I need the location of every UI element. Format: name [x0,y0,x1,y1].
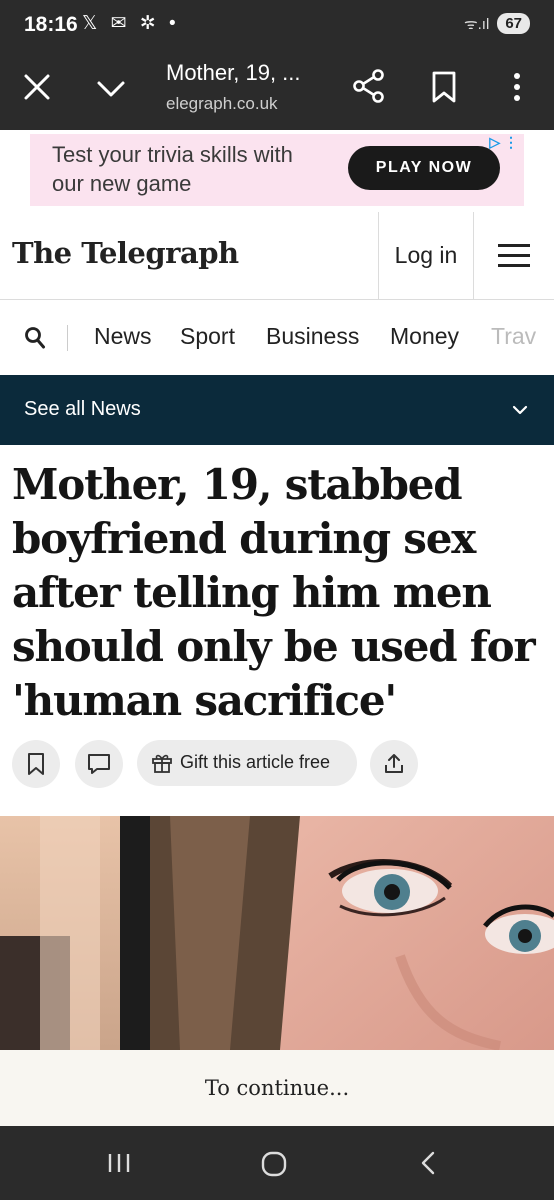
nav-item-travel[interactable]: Trav [491,323,536,350]
signal-icon: ᯤ.ıl [463,15,490,33]
comment-icon [88,754,110,774]
share-icon[interactable] [352,68,386,104]
home-icon[interactable] [260,1150,288,1178]
upload-share-icon [385,754,403,773]
play-now-button[interactable]: PLAY NOW [348,146,500,190]
ad-text: Test your trivia skills with our new gam… [52,142,293,196]
battery-icon: 67 [497,13,530,34]
bookmark-icon [28,753,44,775]
notification-icons: 𝕏 ✉ ✲ • [82,13,180,34]
gift-article-button[interactable]: Gift this article free [137,740,357,786]
system-navigation-bar [0,1126,554,1200]
bookmark-icon[interactable] [430,70,458,104]
see-all-news-bar[interactable]: See all News [0,375,554,445]
save-article-button[interactable] [12,740,60,788]
gift-icon [152,754,172,773]
chevron-down-icon [512,405,528,415]
nav-item-money[interactable]: Money [390,323,459,350]
masthead: The Telegraph Log in [0,212,554,300]
advertisement-banner[interactable]: Test your trivia skills with our new gam… [30,134,524,206]
nav-item-business[interactable]: Business [266,323,359,350]
search-icon[interactable] [24,326,46,350]
gift-article-label: Gift this article free [180,752,331,772]
recent-apps-icon[interactable] [106,1152,132,1174]
browser-toolbar: Mother, 19, ... elegraph.co.uk [0,52,554,130]
share-article-button[interactable] [370,740,418,788]
back-icon[interactable] [418,1150,438,1176]
hamburger-menu-icon[interactable] [498,244,530,268]
nav-item-news[interactable]: News [94,323,152,350]
status-time: 18:16 [24,13,78,36]
nav-item-sport[interactable]: Sport [180,323,235,350]
divider [67,325,68,351]
article-image [0,816,554,1050]
page-title[interactable]: Mother, 19, ... [166,60,301,86]
close-icon[interactable] [20,70,54,104]
page-url[interactable]: elegraph.co.uk [166,94,278,114]
article-headline: Mother, 19, stabbed boyfriend during sex… [12,460,536,725]
see-all-news-label: See all News [24,398,141,420]
ad-choices-icon[interactable]: ▷ ⋮ [489,134,518,151]
comments-button[interactable] [75,740,123,788]
continue-label: To continue... [204,1076,350,1100]
section-nav: News Sport Business Money Trav [0,301,554,375]
telegraph-logo[interactable]: The Telegraph [12,236,239,270]
more-vert-icon[interactable] [508,70,526,104]
chevron-down-icon[interactable] [94,72,128,106]
divider [473,212,474,300]
status-bar: 18:16 𝕏 ✉ ✲ • ᯤ.ıl 67 [0,0,554,52]
status-right: ᯤ.ıl 67 [464,13,530,34]
login-button[interactable]: Log in [379,212,473,300]
paywall-continue: To continue... [0,1050,554,1126]
article-photo [0,816,554,1050]
